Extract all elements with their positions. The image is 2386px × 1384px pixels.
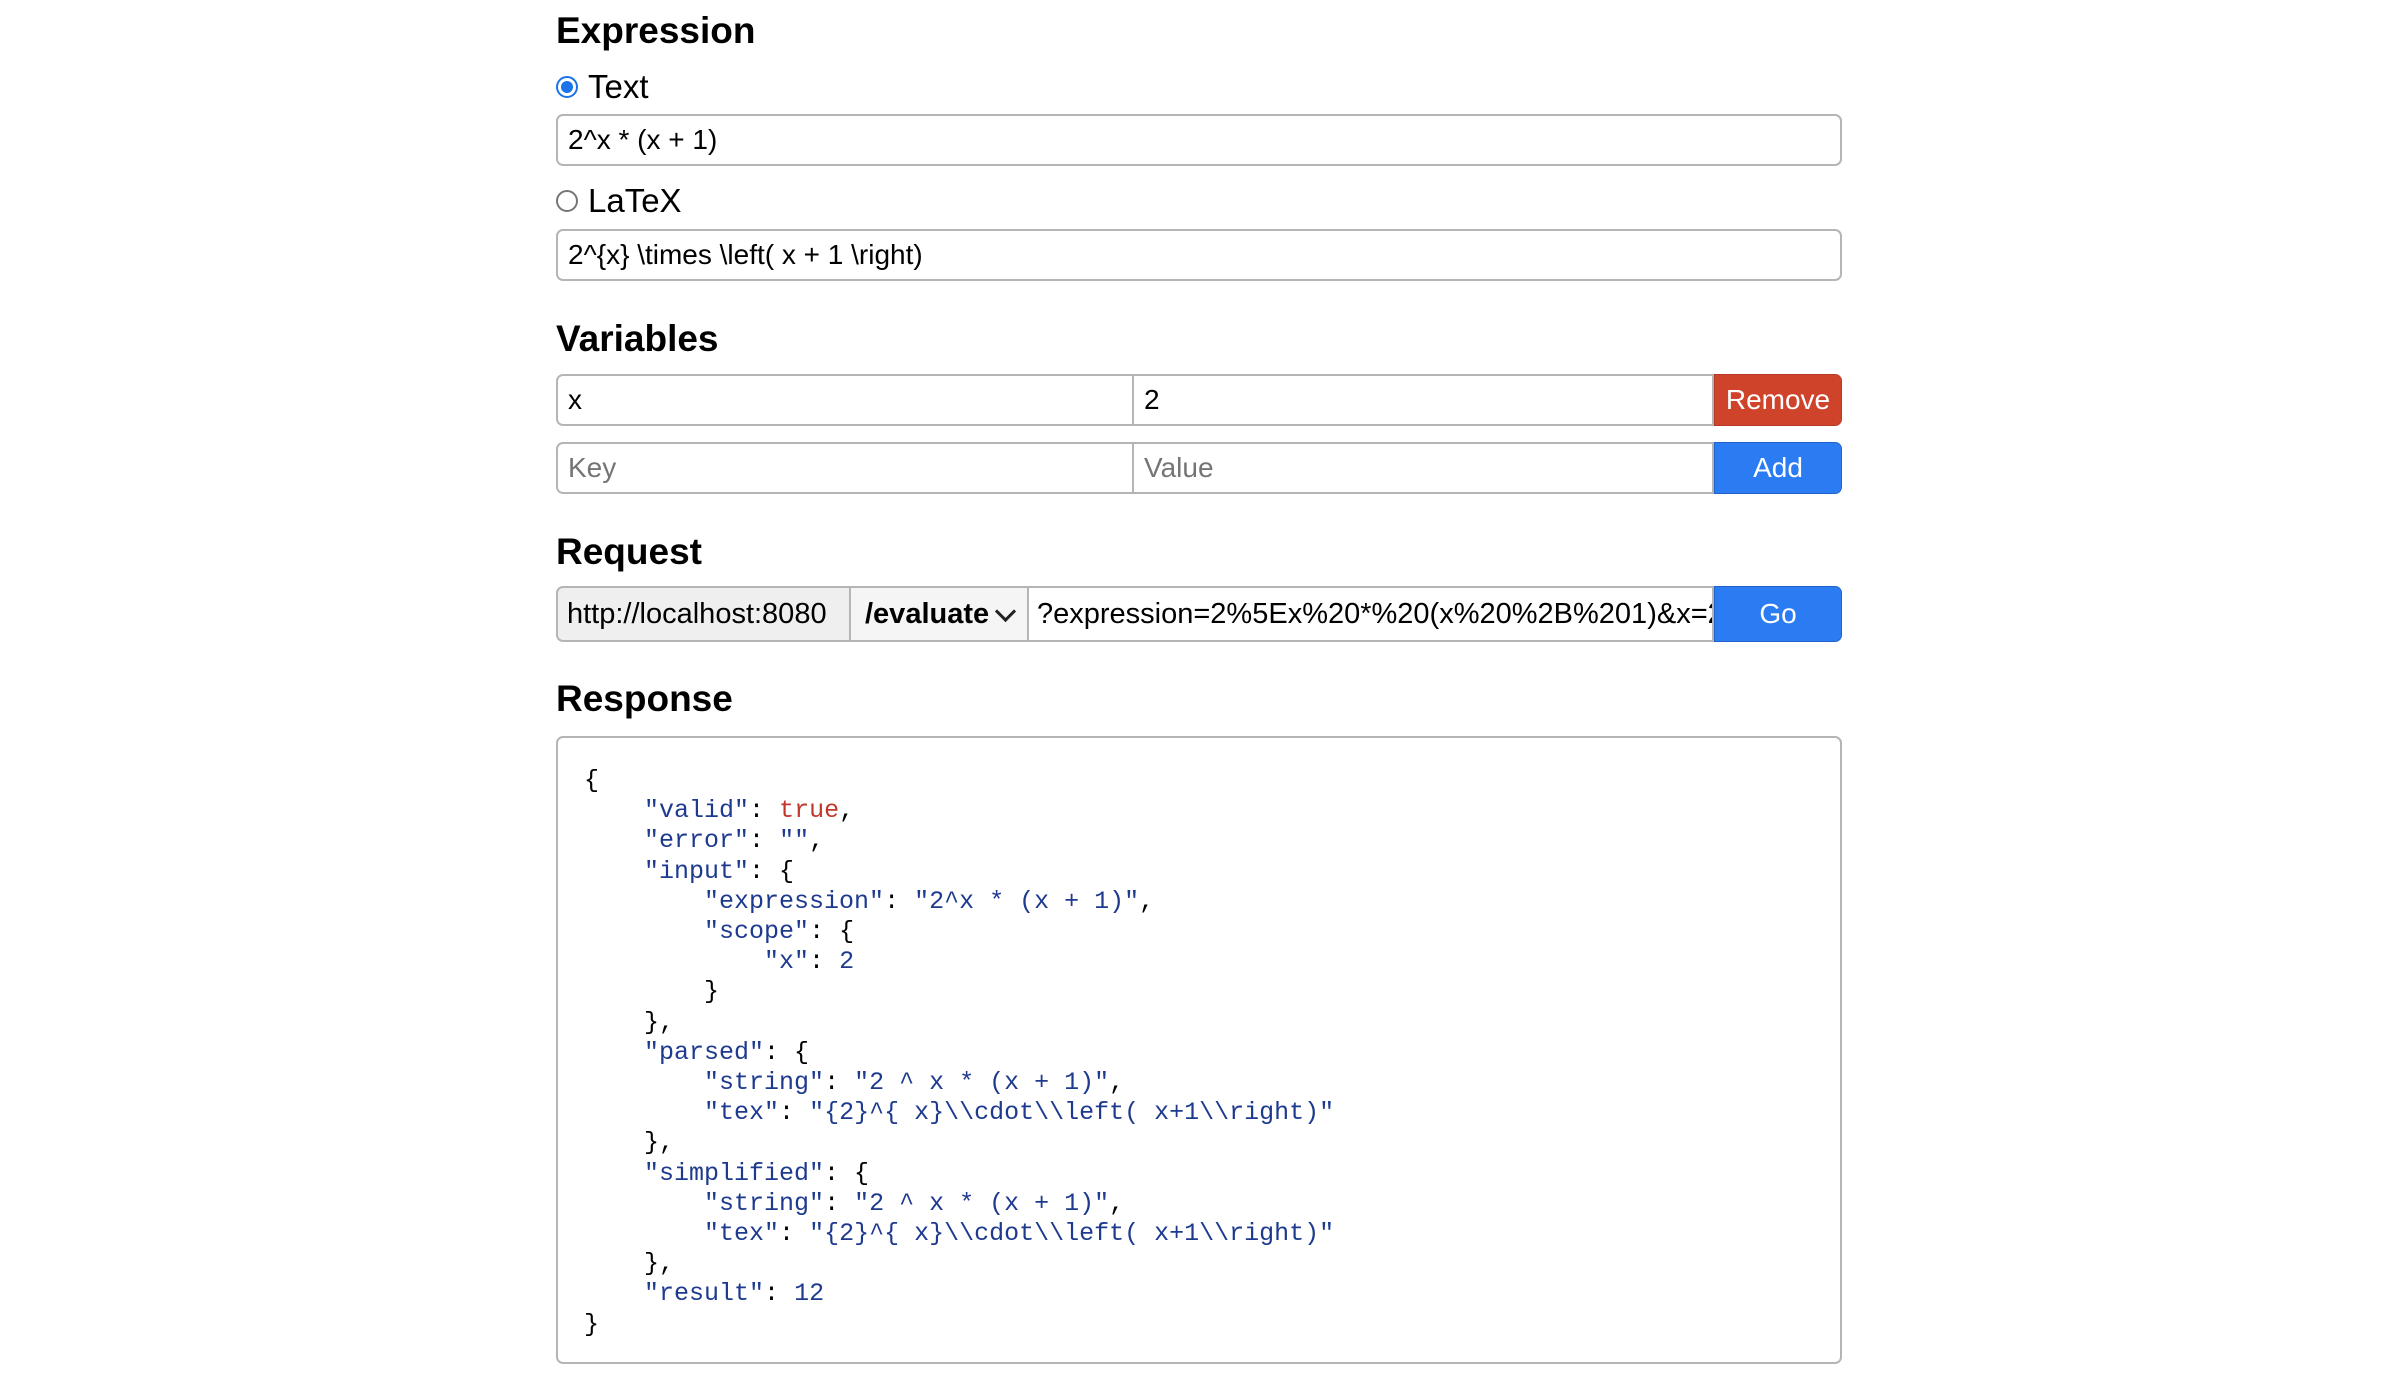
response-heading: Response — [556, 678, 733, 719]
variable-row: x 2 Remove — [556, 374, 1842, 426]
json-valid-value: true — [779, 796, 840, 826]
json-scope-x: 2 — [839, 947, 855, 977]
new-value-placeholder: Value — [1144, 452, 1214, 483]
json-simplified-string: "2 ^ x * (x + 1)" — [854, 1188, 1110, 1218]
new-value-input[interactable]: Value — [1134, 442, 1714, 494]
text-radio-option[interactable]: Text — [556, 68, 649, 106]
request-heading: Request — [556, 531, 702, 572]
remove-variable-button[interactable]: Remove — [1714, 374, 1842, 426]
json-error-value: "" — [779, 826, 810, 856]
new-key-input[interactable]: Key — [556, 442, 1134, 494]
request-row: http://localhost:8080 /evaluate ?express… — [556, 586, 1842, 642]
text-radio-label[interactable]: Text — [588, 68, 649, 106]
variables-heading: Variables — [556, 318, 719, 359]
expression-heading: Expression — [556, 10, 756, 51]
json-simplified-tex: "{2}^{ x}\\cdot\\left( x+1\\right)" — [809, 1219, 1335, 1249]
new-key-placeholder: Key — [568, 452, 617, 483]
latex-expression-input[interactable]: 2^{x} \times \left( x + 1 \right) — [556, 229, 1842, 281]
json-parsed-string: "2 ^ x * (x + 1)" — [854, 1068, 1110, 1098]
base-url-label: http://localhost:8080 — [556, 586, 851, 642]
latex-radio-button[interactable] — [556, 190, 578, 212]
latex-radio-option[interactable]: LaTeX — [556, 182, 682, 220]
json-input-expression: "2^x * (x + 1)" — [914, 886, 1140, 916]
latex-radio-label[interactable]: LaTeX — [588, 182, 682, 220]
endpoint-selected-value: /evaluate — [865, 597, 990, 630]
variable-value-input[interactable]: 2 — [1134, 374, 1714, 426]
chevron-down-icon — [994, 600, 1017, 622]
text-expression-input[interactable]: 2^x * (x + 1) — [556, 114, 1842, 166]
add-variable-button[interactable]: Add — [1714, 442, 1842, 494]
text-radio-button[interactable] — [556, 76, 578, 98]
go-button[interactable]: Go — [1714, 586, 1842, 642]
json-parsed-tex: "{2}^{ x}\\cdot\\left( x+1\\right)" — [809, 1098, 1335, 1128]
query-string-input[interactable]: ?expression=2%5Ex%20*%20(x%20%2B%201)&x=… — [1029, 586, 1714, 642]
endpoint-select[interactable]: /evaluate — [851, 586, 1029, 642]
json-result-value: 12 — [794, 1279, 825, 1309]
variable-key-input[interactable]: x — [556, 374, 1134, 426]
response-json: { "valid": true, "error": "", "input": {… — [584, 766, 1335, 1339]
response-output[interactable]: { "valid": true, "error": "", "input": {… — [556, 736, 1842, 1364]
new-variable-row: Key Value Add — [556, 442, 1842, 494]
